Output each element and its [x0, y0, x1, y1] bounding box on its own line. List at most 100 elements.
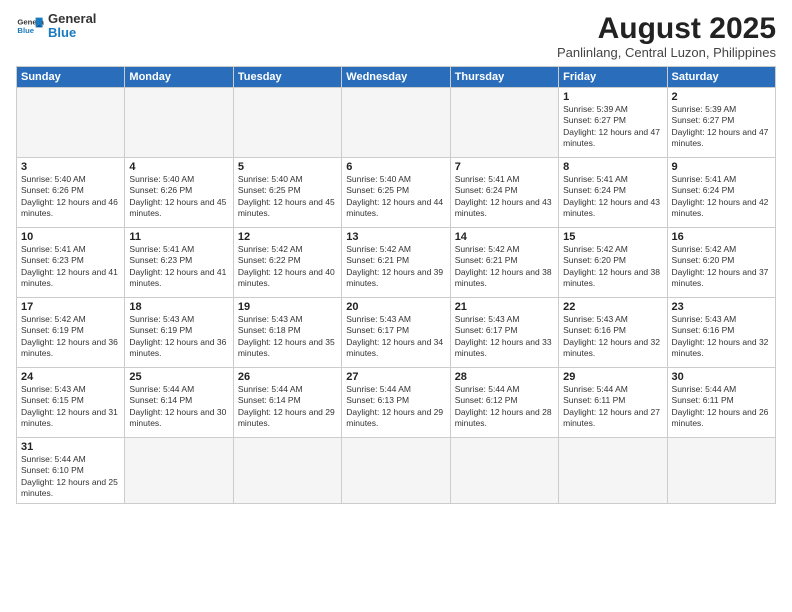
table-row: 10Sunrise: 5:41 AMSunset: 6:23 PMDayligh… [17, 228, 125, 298]
day-info: Sunrise: 5:41 AMSunset: 6:24 PMDaylight:… [672, 174, 771, 220]
day-info: Sunrise: 5:44 AMSunset: 6:13 PMDaylight:… [346, 384, 445, 430]
calendar-page: General Blue General Blue August 2025 Pa… [0, 0, 792, 612]
day-info: Sunrise: 5:44 AMSunset: 6:11 PMDaylight:… [672, 384, 771, 430]
table-row [667, 438, 775, 504]
table-row [342, 88, 450, 158]
day-info: Sunrise: 5:42 AMSunset: 6:20 PMDaylight:… [672, 244, 771, 290]
day-number: 20 [346, 301, 445, 313]
day-number: 8 [563, 161, 662, 173]
table-row [233, 438, 341, 504]
table-row: 5Sunrise: 5:40 AMSunset: 6:25 PMDaylight… [233, 158, 341, 228]
day-number: 30 [672, 371, 771, 383]
table-row [17, 88, 125, 158]
day-info: Sunrise: 5:43 AMSunset: 6:16 PMDaylight:… [563, 314, 662, 360]
day-number: 21 [455, 301, 554, 313]
table-row: 28Sunrise: 5:44 AMSunset: 6:12 PMDayligh… [450, 368, 558, 438]
day-info: Sunrise: 5:43 AMSunset: 6:18 PMDaylight:… [238, 314, 337, 360]
calendar-week-row: 31Sunrise: 5:44 AMSunset: 6:10 PMDayligh… [17, 438, 776, 504]
day-number: 18 [129, 301, 228, 313]
day-number: 5 [238, 161, 337, 173]
calendar-week-row: 24Sunrise: 5:43 AMSunset: 6:15 PMDayligh… [17, 368, 776, 438]
day-info: Sunrise: 5:40 AMSunset: 6:25 PMDaylight:… [346, 174, 445, 220]
col-saturday: Saturday [667, 67, 775, 88]
table-row: 16Sunrise: 5:42 AMSunset: 6:20 PMDayligh… [667, 228, 775, 298]
day-number: 2 [672, 91, 771, 103]
day-info: Sunrise: 5:41 AMSunset: 6:24 PMDaylight:… [455, 174, 554, 220]
day-info: Sunrise: 5:42 AMSunset: 6:20 PMDaylight:… [563, 244, 662, 290]
table-row [125, 88, 233, 158]
table-row: 22Sunrise: 5:43 AMSunset: 6:16 PMDayligh… [559, 298, 667, 368]
day-info: Sunrise: 5:41 AMSunset: 6:23 PMDaylight:… [21, 244, 120, 290]
table-row [233, 88, 341, 158]
day-info: Sunrise: 5:43 AMSunset: 6:16 PMDaylight:… [672, 314, 771, 360]
day-info: Sunrise: 5:42 AMSunset: 6:21 PMDaylight:… [346, 244, 445, 290]
day-number: 13 [346, 231, 445, 243]
table-row: 17Sunrise: 5:42 AMSunset: 6:19 PMDayligh… [17, 298, 125, 368]
day-info: Sunrise: 5:41 AMSunset: 6:24 PMDaylight:… [563, 174, 662, 220]
day-number: 10 [21, 231, 120, 243]
col-monday: Monday [125, 67, 233, 88]
day-number: 24 [21, 371, 120, 383]
day-info: Sunrise: 5:44 AMSunset: 6:12 PMDaylight:… [455, 384, 554, 430]
table-row [125, 438, 233, 504]
table-row: 6Sunrise: 5:40 AMSunset: 6:25 PMDaylight… [342, 158, 450, 228]
day-number: 9 [672, 161, 771, 173]
day-info: Sunrise: 5:44 AMSunset: 6:10 PMDaylight:… [21, 454, 120, 500]
table-row: 18Sunrise: 5:43 AMSunset: 6:19 PMDayligh… [125, 298, 233, 368]
table-row [342, 438, 450, 504]
svg-text:Blue: Blue [17, 26, 34, 35]
day-number: 27 [346, 371, 445, 383]
day-info: Sunrise: 5:44 AMSunset: 6:14 PMDaylight:… [129, 384, 228, 430]
day-info: Sunrise: 5:43 AMSunset: 6:17 PMDaylight:… [346, 314, 445, 360]
table-row: 30Sunrise: 5:44 AMSunset: 6:11 PMDayligh… [667, 368, 775, 438]
day-number: 3 [21, 161, 120, 173]
table-row [450, 438, 558, 504]
day-info: Sunrise: 5:39 AMSunset: 6:27 PMDaylight:… [563, 104, 662, 150]
calendar-week-row: 3Sunrise: 5:40 AMSunset: 6:26 PMDaylight… [17, 158, 776, 228]
calendar-table: Sunday Monday Tuesday Wednesday Thursday… [16, 66, 776, 504]
col-wednesday: Wednesday [342, 67, 450, 88]
table-row: 8Sunrise: 5:41 AMSunset: 6:24 PMDaylight… [559, 158, 667, 228]
table-row: 19Sunrise: 5:43 AMSunset: 6:18 PMDayligh… [233, 298, 341, 368]
day-number: 11 [129, 231, 228, 243]
calendar-week-row: 1Sunrise: 5:39 AMSunset: 6:27 PMDaylight… [17, 88, 776, 158]
table-row: 12Sunrise: 5:42 AMSunset: 6:22 PMDayligh… [233, 228, 341, 298]
table-row: 1Sunrise: 5:39 AMSunset: 6:27 PMDaylight… [559, 88, 667, 158]
table-row: 31Sunrise: 5:44 AMSunset: 6:10 PMDayligh… [17, 438, 125, 504]
day-info: Sunrise: 5:43 AMSunset: 6:19 PMDaylight:… [129, 314, 228, 360]
logo-icon: General Blue [16, 12, 44, 40]
table-row: 15Sunrise: 5:42 AMSunset: 6:20 PMDayligh… [559, 228, 667, 298]
col-friday: Friday [559, 67, 667, 88]
day-info: Sunrise: 5:40 AMSunset: 6:26 PMDaylight:… [21, 174, 120, 220]
table-row: 13Sunrise: 5:42 AMSunset: 6:21 PMDayligh… [342, 228, 450, 298]
col-sunday: Sunday [17, 67, 125, 88]
calendar-week-row: 10Sunrise: 5:41 AMSunset: 6:23 PMDayligh… [17, 228, 776, 298]
day-info: Sunrise: 5:42 AMSunset: 6:19 PMDaylight:… [21, 314, 120, 360]
day-info: Sunrise: 5:44 AMSunset: 6:14 PMDaylight:… [238, 384, 337, 430]
table-row: 3Sunrise: 5:40 AMSunset: 6:26 PMDaylight… [17, 158, 125, 228]
table-row: 4Sunrise: 5:40 AMSunset: 6:26 PMDaylight… [125, 158, 233, 228]
logo-general-text: General [48, 12, 96, 26]
calendar-header-row: Sunday Monday Tuesday Wednesday Thursday… [17, 67, 776, 88]
day-info: Sunrise: 5:40 AMSunset: 6:25 PMDaylight:… [238, 174, 337, 220]
table-row: 23Sunrise: 5:43 AMSunset: 6:16 PMDayligh… [667, 298, 775, 368]
day-info: Sunrise: 5:39 AMSunset: 6:27 PMDaylight:… [672, 104, 771, 150]
day-number: 4 [129, 161, 228, 173]
table-row: 24Sunrise: 5:43 AMSunset: 6:15 PMDayligh… [17, 368, 125, 438]
month-year: August 2025 [557, 12, 776, 45]
day-number: 25 [129, 371, 228, 383]
logo-blue-text: Blue [48, 26, 96, 40]
table-row: 21Sunrise: 5:43 AMSunset: 6:17 PMDayligh… [450, 298, 558, 368]
day-number: 7 [455, 161, 554, 173]
table-row: 7Sunrise: 5:41 AMSunset: 6:24 PMDaylight… [450, 158, 558, 228]
logo: General Blue General Blue [16, 12, 96, 41]
day-number: 14 [455, 231, 554, 243]
table-row [450, 88, 558, 158]
title-block: August 2025 Panlinlang, Central Luzon, P… [557, 12, 776, 60]
day-info: Sunrise: 5:42 AMSunset: 6:22 PMDaylight:… [238, 244, 337, 290]
col-thursday: Thursday [450, 67, 558, 88]
day-number: 15 [563, 231, 662, 243]
table-row: 2Sunrise: 5:39 AMSunset: 6:27 PMDaylight… [667, 88, 775, 158]
table-row: 27Sunrise: 5:44 AMSunset: 6:13 PMDayligh… [342, 368, 450, 438]
location: Panlinlang, Central Luzon, Philippines [557, 45, 776, 60]
